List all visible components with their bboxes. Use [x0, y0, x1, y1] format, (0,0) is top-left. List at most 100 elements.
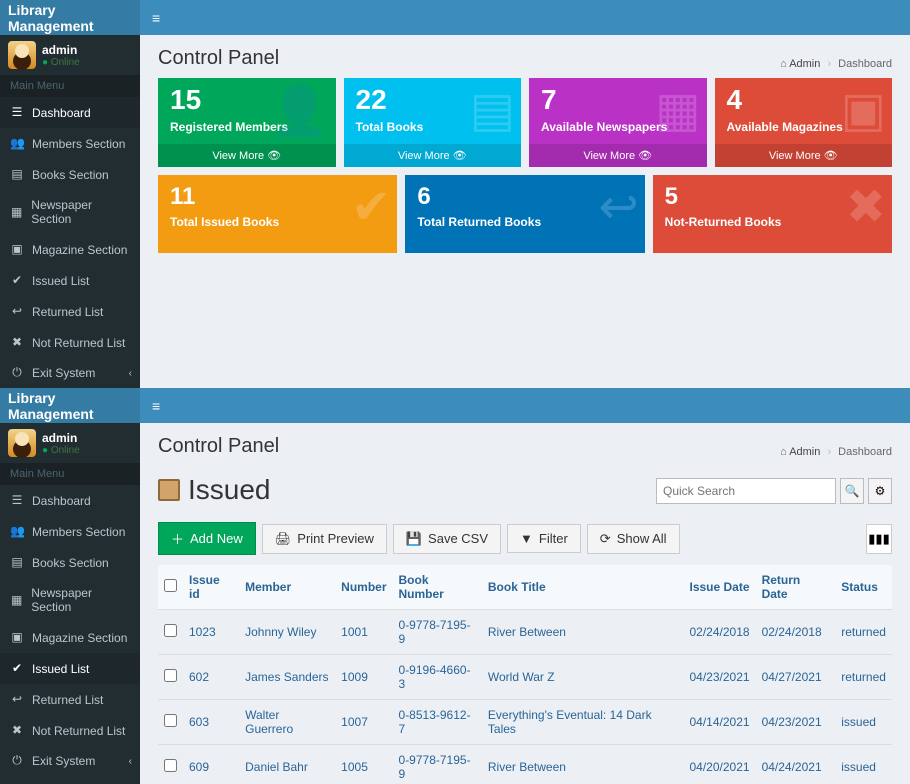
col-book-title[interactable]: Book Title — [482, 565, 684, 610]
breadcrumb-current: Dashboard — [838, 446, 892, 458]
cell-number[interactable]: 1005 — [341, 760, 368, 774]
breadcrumb-root[interactable]: Admin — [789, 58, 820, 70]
tile-view-more[interactable]: View More 👁 — [158, 144, 336, 167]
cell-return-date[interactable]: 04/24/2021 — [762, 760, 822, 774]
col-issue-date[interactable]: Issue Date — [684, 565, 756, 610]
save-csv-button[interactable]: 💾Save CSV — [393, 524, 501, 554]
hamburger-icon[interactable]: ≡ — [140, 10, 172, 26]
col-number[interactable]: Number — [335, 565, 392, 610]
table-row: 609 Daniel Bahr 1005 0-9778-7195-9 River… — [158, 745, 892, 784]
sidebar-item-issued-list[interactable]: ✔Issued List — [0, 265, 140, 296]
cell-return-date[interactable]: 04/23/2021 — [762, 715, 822, 729]
tile-bg-icon: ✖ — [846, 179, 886, 235]
cell-member[interactable]: James Sanders — [245, 670, 328, 684]
nav-label: Newspaper Section — [31, 586, 130, 614]
cell-book-number[interactable]: 0-9778-7195-9 — [399, 618, 471, 646]
cell-issue-id[interactable]: 603 — [189, 715, 209, 729]
sidebar-item-returned-list[interactable]: ↩Returned List — [0, 684, 140, 715]
cell-member[interactable]: Johnny Wiley — [245, 625, 316, 639]
search-input[interactable] — [656, 478, 836, 504]
cell-issue-date[interactable]: 04/20/2021 — [690, 760, 750, 774]
sidebar-item-members-section[interactable]: 👥Members Section — [0, 128, 140, 159]
cell-status[interactable]: returned — [841, 670, 886, 684]
filter-button[interactable]: ▼Filter — [507, 524, 581, 553]
breadcrumb: ⌂ Admin › Dashboard — [780, 58, 892, 70]
tile-view-more[interactable]: View More 👁 — [529, 144, 707, 167]
cell-book-title[interactable]: Everything's Eventual: 14 Dark Tales — [488, 708, 652, 736]
sidebar: admin Online Main Menu ☰Dashboard👥Member… — [0, 423, 140, 784]
cell-issue-id[interactable]: 602 — [189, 670, 209, 684]
user-name: admin — [42, 43, 80, 57]
sidebar-item-dashboard[interactable]: ☰Dashboard — [0, 485, 140, 516]
cell-book-number[interactable]: 0-8513-9612-7 — [399, 708, 471, 736]
col-book-number[interactable]: Book Number — [393, 565, 482, 610]
cell-number[interactable]: 1001 — [341, 625, 368, 639]
show-all-button[interactable]: ⟳Show All — [587, 524, 680, 554]
cell-status[interactable]: issued — [841, 760, 876, 774]
sidebar-item-newspaper-section[interactable]: ▦Newspaper Section — [0, 578, 140, 622]
save-icon: 💾 — [406, 531, 422, 547]
col-status[interactable]: Status — [835, 565, 892, 610]
row-checkbox[interactable] — [164, 669, 177, 682]
cell-status[interactable]: issued — [841, 715, 876, 729]
nav-label: Returned List — [32, 305, 103, 319]
sidebar-item-newspaper-section[interactable]: ▦Newspaper Section — [0, 190, 140, 234]
nav-icon: ☰ — [10, 105, 24, 120]
cell-issue-date[interactable]: 02/24/2018 — [690, 625, 750, 639]
print-preview-button[interactable]: 🖨Print Preview — [262, 524, 387, 554]
add-new-button[interactable]: ＋Add New — [158, 522, 256, 555]
sidebar-item-exit-system[interactable]: ⏻Exit System‹ — [0, 358, 140, 388]
cell-member[interactable]: Daniel Bahr — [245, 760, 308, 774]
cell-book-number[interactable]: 0-9196-4660-3 — [399, 663, 471, 691]
sidebar-item-dashboard[interactable]: ☰ Dashboard — [0, 97, 140, 128]
cell-issue-id[interactable]: 1023 — [189, 625, 216, 639]
sidebar-item-exit-system[interactable]: ⏻Exit System‹ — [0, 746, 140, 776]
nav-label: Dashboard — [32, 106, 91, 120]
page-title: Control Panel — [158, 47, 279, 70]
col-return-date[interactable]: Return Date — [756, 565, 836, 610]
sidebar-item-magazine-section[interactable]: ▣Magazine Section — [0, 622, 140, 653]
settings-button[interactable]: ⚙ — [868, 478, 892, 504]
select-all-checkbox[interactable] — [164, 579, 177, 592]
cell-book-title[interactable]: River Between — [488, 760, 566, 774]
row-checkbox[interactable] — [164, 624, 177, 637]
brand: Library Management — [0, 0, 140, 35]
cell-member[interactable]: Walter Guerrero — [245, 708, 293, 736]
row-checkbox[interactable] — [164, 759, 177, 772]
breadcrumb-sep: › — [827, 446, 831, 458]
cell-issue-id[interactable]: 609 — [189, 760, 209, 774]
col-issue-id[interactable]: Issue id — [183, 565, 239, 610]
sidebar-item-not-returned-list[interactable]: ✖Not Returned List — [0, 715, 140, 746]
cell-number[interactable]: 1007 — [341, 715, 368, 729]
cell-book-number[interactable]: 0-9778-7195-9 — [399, 753, 471, 781]
table-row: 1023 Johnny Wiley 1001 0-9778-7195-9 Riv… — [158, 610, 892, 655]
nav-label: Books Section — [32, 556, 109, 570]
sidebar-item-magazine-section[interactable]: ▣Magazine Section — [0, 234, 140, 265]
tile-bg-icon: 👤 — [270, 82, 330, 139]
row-checkbox[interactable] — [164, 714, 177, 727]
tile-view-more[interactable]: View More 👁 — [715, 144, 893, 167]
cell-issue-date[interactable]: 04/23/2021 — [690, 670, 750, 684]
cell-book-title[interactable]: River Between — [488, 625, 566, 639]
cell-status[interactable]: returned — [841, 625, 886, 639]
breadcrumb-root[interactable]: Admin — [789, 446, 820, 458]
col-member[interactable]: Member — [239, 565, 335, 610]
sidebar-item-returned-list[interactable]: ↩Returned List — [0, 296, 140, 327]
cell-book-title[interactable]: World War Z — [488, 670, 555, 684]
barcode-button[interactable]: ▮▮▮ — [866, 524, 892, 554]
tile-view-more[interactable]: View More 👁 — [344, 144, 522, 167]
cell-issue-date[interactable]: 04/14/2021 — [690, 715, 750, 729]
nav-label: Issued List — [32, 274, 89, 288]
cell-return-date[interactable]: 02/24/2018 — [762, 625, 822, 639]
sidebar-item-books-section[interactable]: ▤Books Section — [0, 547, 140, 578]
hamburger-icon[interactable]: ≡ — [140, 398, 172, 414]
nav-label: Exit System — [32, 754, 95, 768]
sidebar-item-not-returned-list[interactable]: ✖Not Returned List — [0, 327, 140, 358]
nav-icon: 👥 — [10, 524, 24, 539]
cell-number[interactable]: 1009 — [341, 670, 368, 684]
tile-bg-icon: ▣ — [841, 82, 886, 138]
sidebar-item-members-section[interactable]: 👥Members Section — [0, 516, 140, 547]
sidebar-item-books-section[interactable]: ▤Books Section — [0, 159, 140, 190]
search-button[interactable]: 🔍 — [840, 478, 864, 504]
cell-return-date[interactable]: 04/27/2021 — [762, 670, 822, 684]
